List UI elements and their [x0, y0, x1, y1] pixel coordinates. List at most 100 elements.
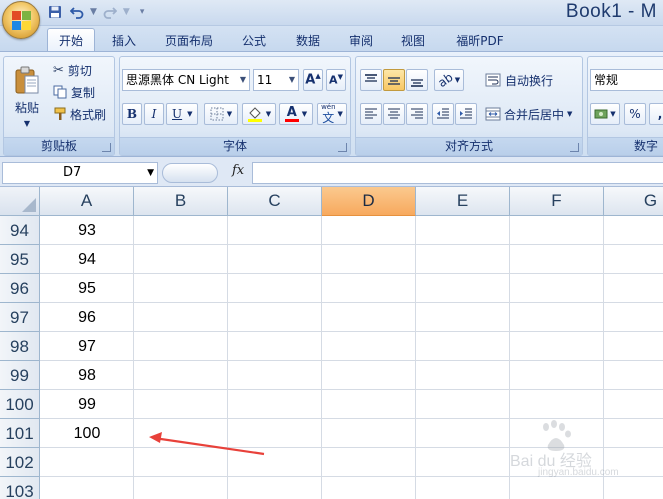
number-group-label: 数字 — [588, 137, 663, 155]
formula-controls: fx — [160, 162, 252, 184]
accounting-format-button[interactable]: ▼ — [590, 103, 620, 125]
increase-font-button[interactable]: A▲ — [303, 69, 323, 91]
arrow-head — [149, 432, 162, 443]
align-right-button[interactable] — [406, 103, 428, 125]
align-bottom-button[interactable] — [406, 69, 428, 91]
chevron-down-icon: ▼ — [337, 110, 343, 118]
align-middle-icon — [388, 77, 400, 85]
clipboard-launcher-icon[interactable] — [102, 143, 111, 152]
tab-data[interactable]: 数据 — [288, 30, 328, 52]
redo-dropdown-icon[interactable]: ▼ — [123, 7, 130, 17]
chevron-down-icon: ▼ — [610, 110, 616, 118]
formula-input[interactable] — [252, 162, 663, 184]
shrink-font-icon: A▼ — [329, 73, 343, 87]
align-middle-button[interactable] — [383, 69, 405, 91]
align-left-icon — [365, 108, 377, 119]
copy-label: 复制 — [71, 85, 96, 100]
phonetic-icon: wén 文 — [321, 103, 335, 125]
red-arrow-annotation — [149, 432, 265, 456]
chevron-down-icon: ▼ — [187, 110, 193, 118]
office-logo-icon — [12, 11, 32, 31]
undo-dropdown-icon[interactable]: ▼ — [90, 7, 97, 17]
cut-button[interactable]: ✂ 剪切 — [52, 60, 112, 80]
alignment-launcher-icon[interactable] — [570, 143, 579, 152]
brush-icon — [54, 107, 66, 120]
tab-foxit-pdf[interactable]: 福昕PDF — [446, 30, 514, 52]
format-painter-button[interactable]: 格式刷 — [52, 104, 114, 124]
align-bottom-icon — [411, 79, 423, 87]
font-color-icon: A — [284, 105, 299, 122]
paint-bucket-icon — [247, 107, 262, 122]
grow-font-icon: A▲ — [305, 72, 321, 88]
window-title: Book1 - M — [565, 1, 657, 22]
clipboard-group: 粘贴 ▼ ✂ 剪切 复制 格式刷 剪贴板 — [3, 56, 115, 156]
number-group: 常规 ▼ % , 数字 — [587, 56, 663, 156]
baidu-watermark: Bai du 经验 jingyan.baidu.com — [508, 417, 658, 481]
borders-button[interactable]: ▼ — [204, 103, 238, 125]
copy-button[interactable]: 复制 — [52, 82, 112, 102]
chevron-down-icon: ▼ — [288, 75, 296, 84]
tab-view[interactable]: 视图 — [393, 30, 433, 52]
align-right-icon — [411, 108, 423, 119]
align-top-button[interactable] — [360, 69, 382, 91]
font-color-button[interactable]: A ▼ — [279, 103, 313, 125]
tab-insert[interactable]: 插入 — [104, 30, 144, 52]
paste-dropdown-icon: ▼ — [23, 118, 31, 128]
customize-toolbar-icon[interactable]: ▾ — [140, 7, 145, 17]
decrease-indent-button[interactable] — [432, 103, 454, 125]
outdent-icon — [437, 108, 449, 119]
merge-center-label: 合并后居中 — [504, 107, 565, 122]
font-size-select[interactable]: 11 ▼ — [253, 69, 299, 91]
alignment-group: ab ▼ 自动换行 合并后居中 ▼ 对齐方式 — [355, 56, 583, 156]
underline-button[interactable]: U ▼ — [166, 103, 198, 125]
tab-page-layout[interactable]: 页面布局 — [158, 30, 220, 52]
fill-color-button[interactable]: ▼ — [242, 103, 276, 125]
save-icon[interactable] — [46, 3, 64, 21]
font-group-label: 字体 — [120, 137, 350, 155]
font-color-letter: A — [286, 105, 297, 120]
watermark-subtext: jingyan.baidu.com — [538, 467, 619, 478]
font-launcher-icon[interactable] — [338, 143, 347, 152]
align-top-icon — [365, 74, 377, 82]
alignment-group-label: 对齐方式 — [356, 137, 582, 155]
ribbon: 粘贴 ▼ ✂ 剪切 复制 格式刷 剪贴板 思源黑体 CN Light ▼ 11 … — [0, 51, 663, 157]
paste-button[interactable]: 粘贴 ▼ — [8, 61, 46, 131]
name-box[interactable]: D7 ▼ — [2, 162, 158, 184]
paste-label: 粘贴 — [14, 100, 39, 115]
number-format-select[interactable]: 常规 — [590, 69, 663, 91]
font-family-select[interactable]: 思源黑体 CN Light ▼ — [122, 69, 250, 91]
redo-icon[interactable] — [101, 3, 119, 21]
chevron-down-icon: ▼ — [454, 76, 461, 84]
title-bar: ▼ ▼ ▾ Book1 - M — [0, 0, 663, 26]
scissors-icon: ✂ — [53, 62, 64, 78]
quick-access-toolbar: ▼ ▼ ▾ — [46, 3, 144, 21]
chevron-down-icon: ▼ — [265, 110, 272, 118]
phonetic-guide-button[interactable]: wén 文 ▼ — [317, 103, 347, 125]
undo-icon[interactable] — [68, 3, 86, 21]
border-icon — [210, 107, 224, 121]
indent-icon — [460, 108, 472, 119]
tab-home[interactable]: 开始 — [47, 28, 95, 53]
merge-center-button[interactable]: 合并后居中 ▼ — [484, 103, 582, 125]
comma-style-button[interactable]: , — [649, 103, 663, 125]
chevron-down-icon: ▼ — [239, 75, 247, 84]
align-center-button[interactable] — [383, 103, 405, 125]
align-left-button[interactable] — [360, 103, 382, 125]
office-button[interactable] — [2, 1, 40, 39]
increase-indent-button[interactable] — [455, 103, 477, 125]
wrap-text-label: 自动换行 — [505, 73, 554, 88]
insert-function-icon[interactable]: fx — [232, 163, 244, 178]
font-size-value: 11 — [257, 73, 273, 87]
wrap-text-button[interactable]: 自动换行 — [484, 69, 580, 91]
formula-bar-resize-handle[interactable] — [162, 163, 218, 183]
font-family-value: 思源黑体 CN Light — [126, 73, 229, 87]
tab-review[interactable]: 审阅 — [341, 30, 381, 52]
bold-button[interactable]: B — [122, 103, 142, 125]
arrow-shaft — [153, 436, 265, 456]
italic-button[interactable]: I — [144, 103, 164, 125]
number-format-value: 常规 — [594, 73, 619, 87]
tab-formulas[interactable]: 公式 — [234, 30, 274, 52]
decrease-font-button[interactable]: A▼ — [326, 69, 346, 91]
percent-button[interactable]: % — [624, 103, 646, 125]
orientation-button[interactable]: ab ▼ — [434, 69, 464, 91]
